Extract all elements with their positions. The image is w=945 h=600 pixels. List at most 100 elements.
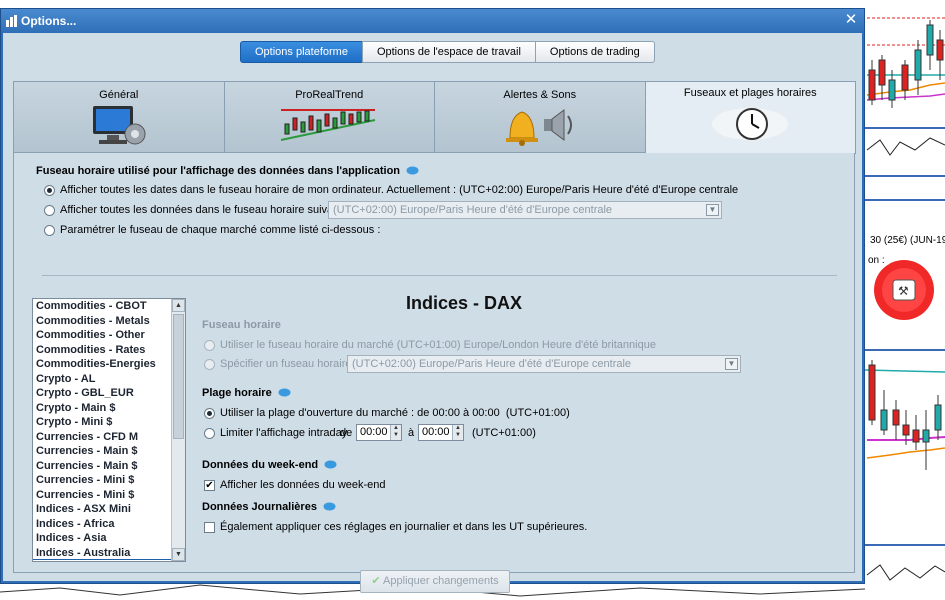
tz-option-fixed[interactable]: Afficher toutes les données dans le fuse… — [44, 204, 348, 216]
hours-to-label: à — [408, 427, 415, 439]
list-item[interactable]: Commodities - Other — [33, 328, 185, 343]
tz-option-computer[interactable]: Afficher toutes les dates dans le fuseau… — [44, 184, 738, 196]
scroll-down-icon[interactable]: ▼ — [172, 548, 185, 561]
trend-chart-icon — [281, 109, 376, 141]
market-tz-option-custom: Spécifier un fuseau horaire : — [204, 358, 358, 370]
tz-fixed-select[interactable]: (UTC+02:00) Europe/Paris Heure d'été d'E… — [328, 201, 722, 219]
list-item[interactable]: Currencies - CFD M — [33, 430, 185, 445]
market-title: Indices - DAX — [406, 293, 523, 313]
hours-to-stepper[interactable]: 00:00 ▲ ▼ — [418, 424, 464, 441]
list-item[interactable]: Crypto - GBL_EUR — [33, 386, 185, 401]
tab-prorealtrend[interactable]: ProRealTrend — [223, 81, 435, 153]
hours-from-label: de — [340, 427, 353, 439]
tz-option-computer-label: Afficher toutes les dates dans le fuseau… — [60, 184, 739, 196]
apply-changes-label: Appliquer changements — [383, 575, 499, 587]
category-tabs: Général ProRealTrend Alertes & Sons Fuse… — [13, 81, 856, 154]
hours-option-market-tz: (UTC+01:00) — [505, 407, 570, 419]
tab-workspace-options[interactable]: Options de l'espace de travail — [361, 41, 536, 63]
list-item[interactable]: Currencies - Mini $ — [33, 488, 185, 503]
list-item[interactable]: Currencies - Main $ — [33, 444, 185, 459]
list-item[interactable]: Commodities - Metals — [33, 314, 185, 329]
market-list-scrollbar[interactable]: ▲ ▼ — [171, 299, 185, 561]
list-item[interactable]: Indices - Africa — [33, 517, 185, 532]
market-list-items: Commodities - CBOT Commodities - Metals Co… — [33, 299, 185, 560]
market-tz-default-radio — [204, 339, 215, 351]
options-dialog: Options... ✕ Options plateforme Options … — [0, 8, 865, 593]
daily-heading-text: Données Journalières — [202, 501, 317, 513]
scroll-up-icon[interactable]: ▲ — [172, 299, 185, 312]
list-item[interactable]: Commodities - CBOT — [33, 299, 185, 314]
check-icon: ✔ — [371, 575, 381, 587]
hours-option-market-label: Utiliser la plage d'ouverture du marché … — [220, 407, 500, 419]
hours-to-value: 00:00 — [422, 426, 450, 438]
chevron-down-icon: ▼ — [725, 358, 738, 370]
market-tz-select-value: (UTC+02:00) Europe/Paris Heure d'été d'E… — [352, 358, 632, 370]
apply-changes-button[interactable]: ✔ Appliquer changements — [360, 570, 510, 593]
weekend-option[interactable]: ✔ Afficher les données du week-end — [204, 479, 386, 491]
hours-option-market-radio[interactable] — [204, 407, 215, 419]
tz-option-fixed-label: Afficher toutes les données dans le fuse… — [60, 204, 349, 216]
market-tz-custom-radio — [204, 358, 215, 370]
weekend-checkbox[interactable]: ✔ — [204, 479, 215, 491]
tab-general[interactable]: Général — [13, 81, 225, 153]
info-bubble-icon[interactable] — [323, 502, 336, 512]
market-list[interactable]: Commodities - CBOT Commodities - Metals Co… — [32, 298, 186, 562]
tz-option-computer-radio[interactable] — [44, 184, 55, 196]
timezone-heading-text: Fuseau horaire utilisé pour l'affichage … — [36, 165, 401, 177]
list-item[interactable]: Commodities - Rates — [33, 343, 185, 358]
svg-text:on :: on : — [868, 255, 885, 266]
list-item[interactable]: Crypto - Main $ — [33, 401, 185, 416]
weekend-heading: Données du week-end — [202, 459, 337, 471]
timezone-heading: Fuseau horaire utilisé pour l'affichage … — [36, 165, 419, 177]
daily-heading: Données Journalières — [202, 501, 336, 513]
close-icon[interactable]: ✕ — [843, 11, 859, 29]
hours-option-market[interactable]: Utiliser la plage d'ouverture du marché … — [204, 407, 570, 419]
top-tabs: Options plateforme Options de l'espace d… — [240, 41, 655, 63]
tab-timezones-label: Fuseaux et plages horaires — [683, 87, 817, 99]
list-item[interactable]: Commodities-Energies — [33, 357, 185, 372]
list-item[interactable]: Indices - Asia — [33, 531, 185, 546]
tab-platform-options[interactable]: Options plateforme — [240, 41, 363, 63]
tz-option-per-market-radio[interactable] — [44, 224, 55, 236]
tz-option-per-market-label: Paramétrer le fuseau de chaque marché co… — [60, 224, 381, 236]
tz-option-fixed-radio[interactable] — [44, 204, 55, 216]
svg-text:⚒: ⚒ — [898, 284, 909, 298]
window-title: Options... — [21, 14, 77, 28]
scroll-thumb[interactable] — [173, 314, 184, 439]
hours-option-limit[interactable]: Limiter l'affichage intraday — [204, 427, 347, 439]
stepper-arrows-icon[interactable]: ▲ ▼ — [390, 425, 401, 440]
info-bubble-icon[interactable] — [324, 460, 337, 470]
tab-timezones[interactable]: Fuseaux et plages horaires — [644, 81, 856, 154]
tz-fixed-select-value: (UTC+02:00) Europe/Paris Heure d'été d'E… — [333, 204, 613, 216]
hours-heading-text: Plage horaire — [202, 387, 272, 399]
list-item[interactable]: Crypto - AL — [33, 372, 185, 387]
list-item[interactable]: Crypto - Mini $ — [33, 415, 185, 430]
market-tz-custom-label: Spécifier un fuseau horaire : — [220, 358, 358, 370]
tab-prorealtrend-label: ProRealTrend — [295, 89, 364, 101]
stepper-arrows-icon[interactable]: ▲ ▼ — [452, 425, 463, 440]
dialog-body: Options plateforme Options de l'espace d… — [3, 33, 862, 593]
daily-checkbox-label: Également appliquer ces réglages en jour… — [220, 521, 588, 533]
hours-option-limit-radio[interactable] — [204, 427, 215, 439]
hours-from-value: 00:00 — [360, 426, 388, 438]
info-bubble-icon[interactable] — [278, 388, 291, 398]
tab-trading-options[interactable]: Options de trading — [534, 41, 655, 63]
daily-option[interactable]: Également appliquer ces réglages en jour… — [204, 521, 587, 533]
hours-option-limit-label: Limiter l'affichage intraday — [220, 427, 348, 439]
weekend-heading-text: Données du week-end — [202, 459, 319, 471]
timezone-panel: Fuseau horaire utilisé pour l'affichage … — [13, 153, 855, 593]
app-chart-icon — [6, 15, 17, 27]
chevron-down-icon[interactable]: ▼ — [706, 204, 719, 216]
tab-alerts-sounds[interactable]: Alertes & Sons — [434, 81, 646, 153]
info-bubble-icon[interactable] — [406, 166, 419, 176]
tz-option-per-market[interactable]: Paramétrer le fuseau de chaque marché co… — [44, 224, 380, 236]
market-tz-heading: Fuseau horaire — [202, 319, 281, 331]
list-item[interactable]: Indices - Australia — [33, 546, 185, 560]
list-item[interactable]: Currencies - Main $ — [33, 459, 185, 474]
title-bar[interactable]: Options... ✕ — [1, 9, 864, 33]
list-item[interactable]: Currencies - Mini $ — [33, 473, 185, 488]
daily-checkbox[interactable] — [204, 521, 215, 533]
hours-from-stepper[interactable]: 00:00 ▲ ▼ — [356, 424, 402, 441]
market-tz-select: (UTC+02:00) Europe/Paris Heure d'été d'E… — [347, 355, 741, 373]
list-item[interactable]: Indices - ASX Mini — [33, 502, 185, 517]
